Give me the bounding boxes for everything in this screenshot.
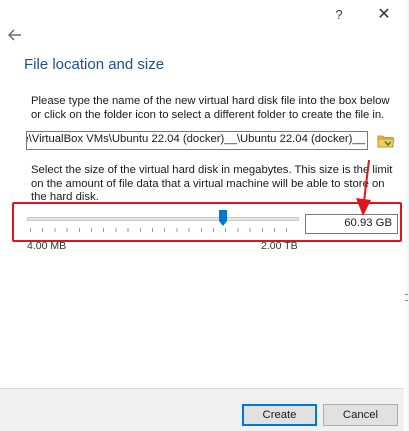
page-title: File location and size — [24, 56, 165, 73]
range-max-label: 2.00 TB — [261, 240, 298, 252]
size-description: Select the size of the virtual hard disk… — [31, 164, 393, 203]
annotation-arrow — [356, 159, 371, 216]
slider-ticks — [30, 228, 298, 232]
folder-icon — [377, 135, 395, 148]
back-button[interactable] — [6, 26, 24, 44]
range-min-label: 4.00 MB — [27, 240, 67, 252]
cancel-button[interactable]: Cancel — [323, 404, 398, 426]
select-folder-button[interactable] — [377, 132, 395, 150]
create-button[interactable]: Create — [242, 404, 317, 426]
arrow-left-icon — [8, 29, 21, 41]
window-right-edge — [404, 0, 409, 431]
help-button[interactable]: ? — [329, 4, 349, 24]
close-button[interactable]: ✕ — [374, 4, 394, 24]
edge-mark — [405, 300, 408, 301]
file-location-input[interactable]: e\VirtualBox VMs\Ubuntu 22.04 (docker)__… — [26, 131, 368, 150]
disk-size-slider-handle[interactable] — [218, 210, 227, 226]
disk-size-slider-track[interactable] — [27, 217, 299, 221]
location-description: Please type the name of the new virtual … — [31, 95, 390, 121]
file-location-value: e\VirtualBox VMs\Ubuntu 22.04 (docker)__… — [26, 133, 365, 145]
edge-mark — [405, 294, 408, 295]
create-virtual-hard-disk-dialog: ? ✕ File location and size Please type t… — [0, 0, 409, 431]
